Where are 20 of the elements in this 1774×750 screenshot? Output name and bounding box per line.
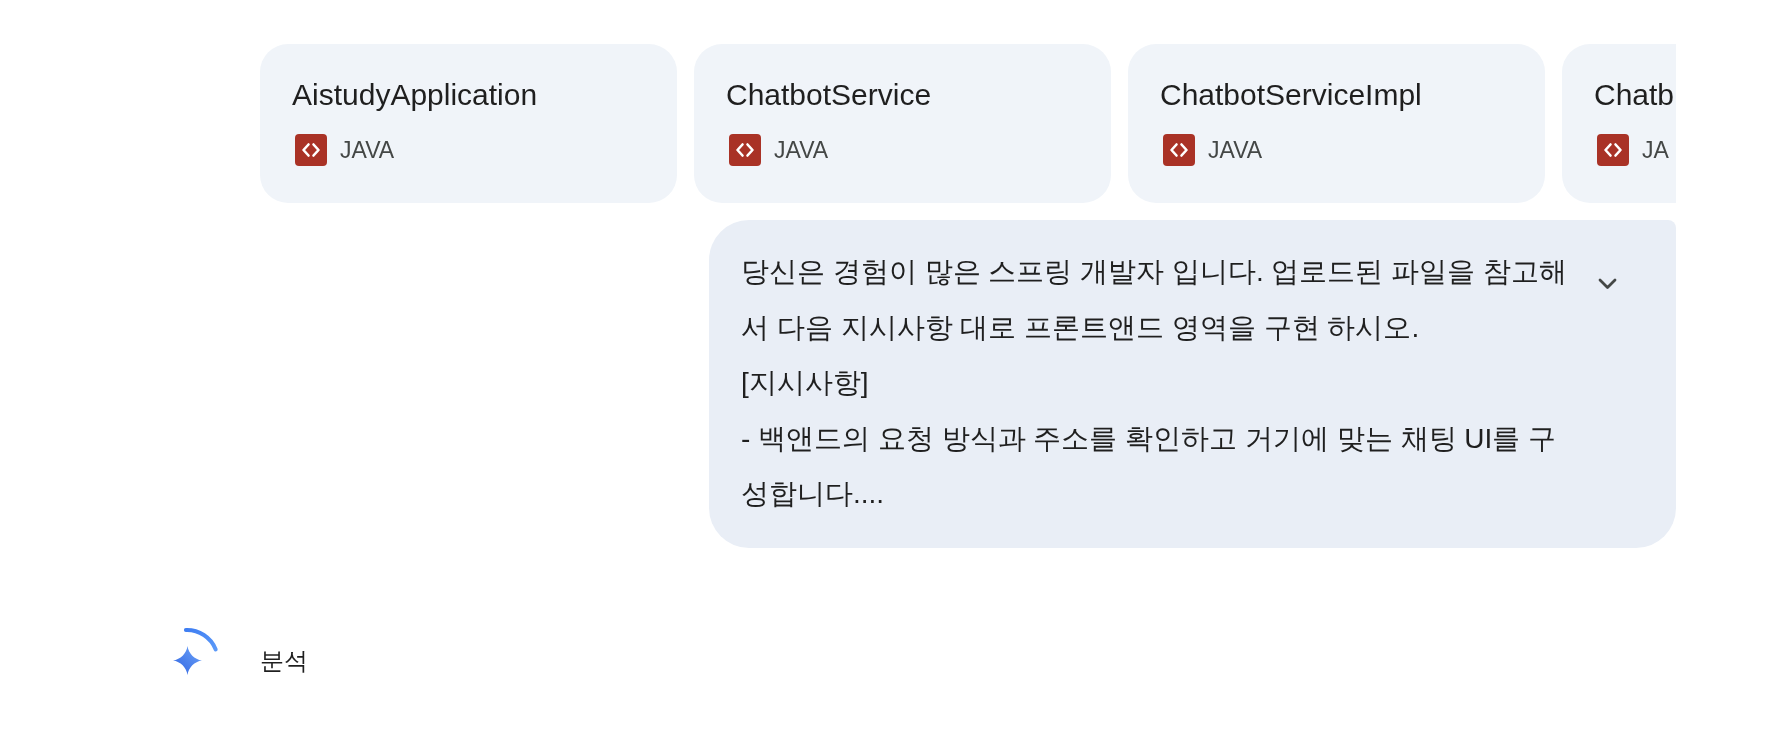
file-type: JAVA xyxy=(774,136,829,164)
file-name: ChatbotService xyxy=(726,77,932,113)
file-name: Chatb xyxy=(1594,77,1675,113)
file-name: ChatbotServiceImpl xyxy=(1160,77,1422,113)
chevron-icon xyxy=(1597,278,1617,290)
code-icon xyxy=(729,134,761,166)
sparkle-icon xyxy=(172,646,202,675)
code-icon xyxy=(1163,134,1195,166)
file-card[interactable]: AistudyApplication JAVA xyxy=(260,44,677,203)
file-name: AistudyApplication xyxy=(292,77,538,113)
code-icon xyxy=(295,134,327,166)
status-text: 분석 xyxy=(260,646,308,675)
file-type: JAVA xyxy=(1208,136,1263,164)
file-type: JA xyxy=(1642,136,1669,164)
code-icon xyxy=(1597,134,1629,166)
file-type: JAVA xyxy=(340,136,395,164)
file-card[interactable]: ChatbotServiceImpl JAVA xyxy=(1128,44,1545,203)
prompt-text: 당신은 경험이 많은 스프링 개발자 입니다. 업로드된 파일을 참고해서 다음 지시사항 대로 프론트앤드 영역을 구현 하시오. [지시사항] - 백앤드의 요청 방식과 주소를 확인하고 거기에 맞는 채팅 UI를 구성합니다.... xyxy=(741,255,1568,511)
file-card[interactable]: Chatb JA xyxy=(1562,44,1676,203)
file-card[interactable]: ChatbotService JAVA xyxy=(694,44,1111,203)
